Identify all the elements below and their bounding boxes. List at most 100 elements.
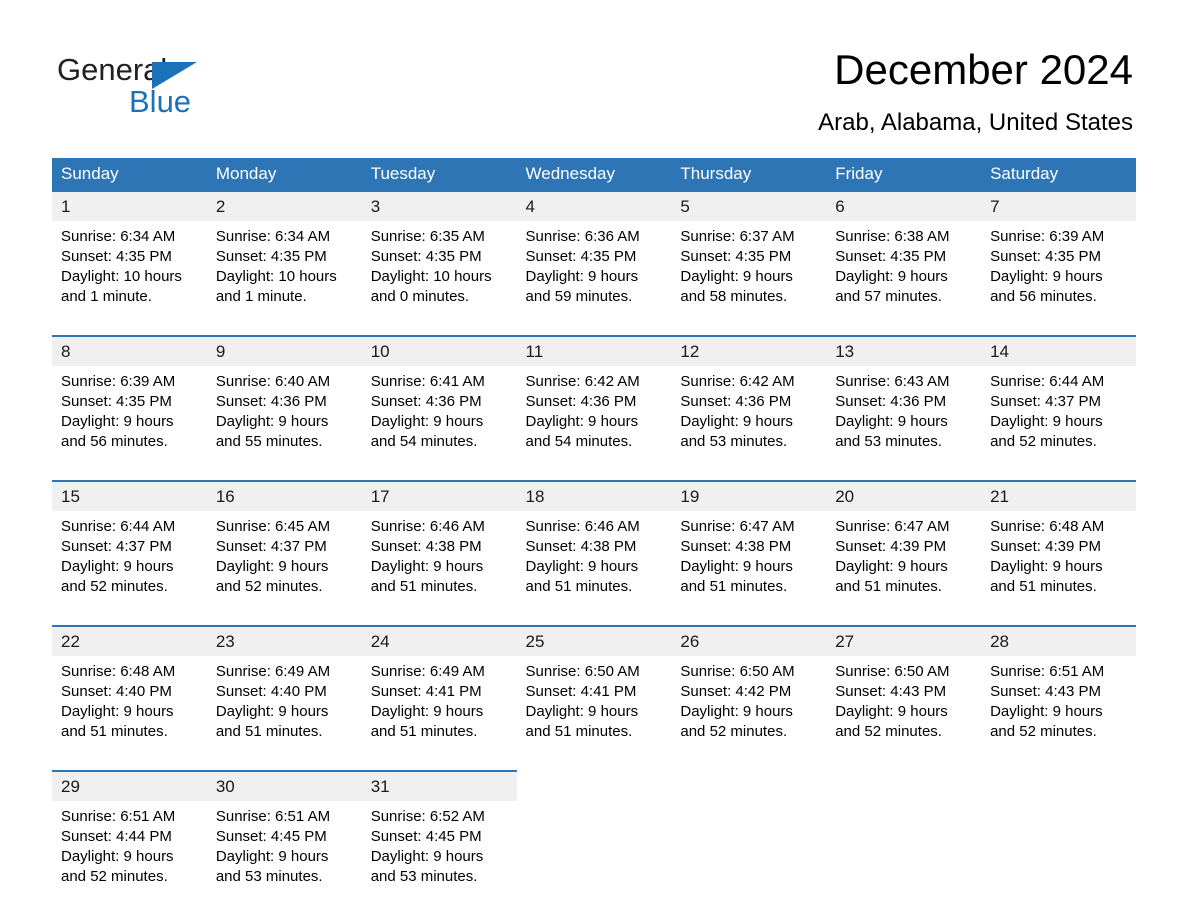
sunrise-text: Sunrise: 6:51 AM [215, 808, 331, 825]
day-cell: Sunrise: 6:39 AM Sunset: 4:35 PM Dayligh… [52, 366, 207, 481]
sunrise-text: Sunrise: 6:50 AM [680, 663, 795, 680]
day-number[interactable]: 15 [52, 480, 207, 511]
day-number[interactable]: 22 [52, 625, 207, 656]
day-number-empty [826, 770, 982, 801]
sunset-text: Sunset: 4:41 PM [370, 683, 482, 700]
daylight-text: Daylight: 9 hours and 53 minutes. [215, 848, 329, 885]
day-number[interactable]: 1 [52, 190, 207, 221]
day-number[interactable]: 21 [981, 480, 1136, 511]
day-number-empty [981, 770, 1136, 801]
day-number-row: 29 30 31 [52, 770, 1136, 801]
page-subtitle-location: Arab, Alabama, United States [818, 109, 1133, 136]
sunrise-text: Sunrise: 6:47 AM [680, 518, 795, 535]
day-number[interactable]: 9 [206, 335, 362, 366]
sunrise-text: Sunrise: 6:43 AM [835, 373, 950, 390]
sunrise-text: Sunrise: 6:44 AM [61, 518, 176, 535]
day-number[interactable]: 30 [206, 770, 362, 801]
day-number[interactable]: 17 [361, 480, 517, 511]
daylight-text: Daylight: 9 hours and 57 minutes. [835, 268, 948, 305]
day-number[interactable]: 19 [671, 480, 827, 511]
day-cell: Sunrise: 6:40 AM Sunset: 4:36 PM Dayligh… [206, 366, 362, 481]
day-number[interactable]: 5 [671, 190, 827, 221]
general-blue-logo: General Blue [57, 52, 257, 119]
sunset-text: Sunset: 4:41 PM [525, 683, 637, 700]
sunrise-text: Sunrise: 6:39 AM [990, 228, 1105, 245]
day-cell: Sunrise: 6:41 AM Sunset: 4:36 PM Dayligh… [361, 366, 517, 481]
daylight-text: Daylight: 9 hours and 51 minutes. [370, 703, 484, 740]
day-number[interactable]: 29 [52, 770, 207, 801]
day-number[interactable]: 13 [826, 335, 982, 366]
sunset-text: Sunset: 4:36 PM [525, 393, 637, 410]
day-cell: Sunrise: 6:50 AM Sunset: 4:42 PM Dayligh… [671, 656, 827, 771]
weekday-header-row: Sunday Monday Tuesday Wednesday Thursday… [52, 158, 1136, 191]
sunrise-text: Sunrise: 6:51 AM [990, 663, 1105, 680]
day-number[interactable]: 16 [206, 480, 362, 511]
sunrise-text: Sunrise: 6:48 AM [61, 663, 176, 680]
daylight-text: Daylight: 9 hours and 52 minutes. [61, 848, 174, 885]
sunset-text: Sunset: 4:37 PM [990, 393, 1101, 410]
sunset-text: Sunset: 4:40 PM [215, 683, 327, 700]
day-number[interactable]: 31 [361, 770, 517, 801]
sunset-text: Sunset: 4:38 PM [525, 538, 637, 555]
weekday-header-saturday: Saturday [981, 158, 1136, 191]
sunrise-text: Sunrise: 6:46 AM [370, 518, 485, 535]
sunset-text: Sunset: 4:35 PM [61, 248, 172, 265]
day-number[interactable]: 27 [826, 625, 982, 656]
daylight-text: Daylight: 9 hours and 51 minutes. [61, 703, 174, 740]
sunset-text: Sunset: 4:35 PM [990, 248, 1101, 265]
day-number-empty [671, 770, 827, 801]
daylight-text: Daylight: 9 hours and 53 minutes. [680, 413, 793, 450]
daylight-text: Daylight: 9 hours and 56 minutes. [61, 413, 174, 450]
day-cell: Sunrise: 6:43 AM Sunset: 4:36 PM Dayligh… [826, 366, 982, 481]
sunset-text: Sunset: 4:45 PM [215, 828, 327, 845]
daylight-text: Daylight: 10 hours and 1 minute. [61, 268, 182, 305]
day-number[interactable]: 20 [826, 480, 982, 511]
day-number[interactable]: 6 [826, 190, 982, 221]
day-info-row: Sunrise: 6:51 AM Sunset: 4:44 PM Dayligh… [52, 801, 1136, 915]
day-number[interactable]: 2 [206, 190, 362, 221]
day-number[interactable]: 11 [516, 335, 672, 366]
day-number[interactable]: 7 [981, 190, 1136, 221]
sunrise-text: Sunrise: 6:52 AM [370, 808, 485, 825]
sunset-text: Sunset: 4:39 PM [835, 538, 947, 555]
daylight-text: Daylight: 9 hours and 59 minutes. [525, 268, 639, 305]
sunrise-text: Sunrise: 6:50 AM [835, 663, 950, 680]
sunrise-text: Sunrise: 6:35 AM [370, 228, 485, 245]
day-number[interactable]: 8 [52, 335, 207, 366]
day-number[interactable]: 24 [361, 625, 517, 656]
day-number[interactable]: 3 [361, 190, 517, 221]
day-number[interactable]: 23 [206, 625, 362, 656]
day-number[interactable]: 10 [361, 335, 517, 366]
page-header: General Blue December 2024 Arab, Alabama… [0, 0, 1188, 136]
daylight-text: Daylight: 9 hours and 52 minutes. [990, 703, 1103, 740]
day-number[interactable]: 25 [516, 625, 672, 656]
sunset-text: Sunset: 4:35 PM [525, 248, 637, 265]
weekday-header-monday: Monday [206, 158, 362, 191]
day-number-row: 22 23 24 25 26 27 28 [52, 625, 1136, 656]
sunrise-text: Sunrise: 6:34 AM [61, 228, 176, 245]
sunrise-text: Sunrise: 6:41 AM [370, 373, 485, 390]
day-info-row: Sunrise: 6:34 AM Sunset: 4:35 PM Dayligh… [52, 221, 1136, 336]
day-cell: Sunrise: 6:49 AM Sunset: 4:40 PM Dayligh… [206, 656, 362, 771]
day-number[interactable]: 26 [671, 625, 827, 656]
daylight-text: Daylight: 9 hours and 51 minutes. [370, 558, 484, 595]
sunset-text: Sunset: 4:45 PM [370, 828, 482, 845]
sunset-text: Sunset: 4:42 PM [680, 683, 792, 700]
sunset-text: Sunset: 4:43 PM [990, 683, 1101, 700]
weekday-header-thursday: Thursday [671, 158, 827, 191]
day-number[interactable]: 14 [981, 335, 1136, 366]
day-number[interactable]: 4 [516, 190, 672, 221]
sunrise-text: Sunrise: 6:42 AM [680, 373, 795, 390]
logo-text-general: General [57, 52, 168, 87]
sunset-text: Sunset: 4:44 PM [61, 828, 172, 845]
day-cell: Sunrise: 6:51 AM Sunset: 4:43 PM Dayligh… [981, 656, 1136, 771]
day-number[interactable]: 18 [516, 480, 672, 511]
daylight-text: Daylight: 9 hours and 51 minutes. [835, 558, 948, 595]
sunset-text: Sunset: 4:36 PM [370, 393, 482, 410]
sunrise-text: Sunrise: 6:38 AM [835, 228, 950, 245]
day-number[interactable]: 12 [671, 335, 827, 366]
sunset-text: Sunset: 4:36 PM [835, 393, 947, 410]
daylight-text: Daylight: 9 hours and 53 minutes. [370, 848, 484, 885]
day-number[interactable]: 28 [981, 625, 1136, 656]
sunset-text: Sunset: 4:35 PM [835, 248, 947, 265]
